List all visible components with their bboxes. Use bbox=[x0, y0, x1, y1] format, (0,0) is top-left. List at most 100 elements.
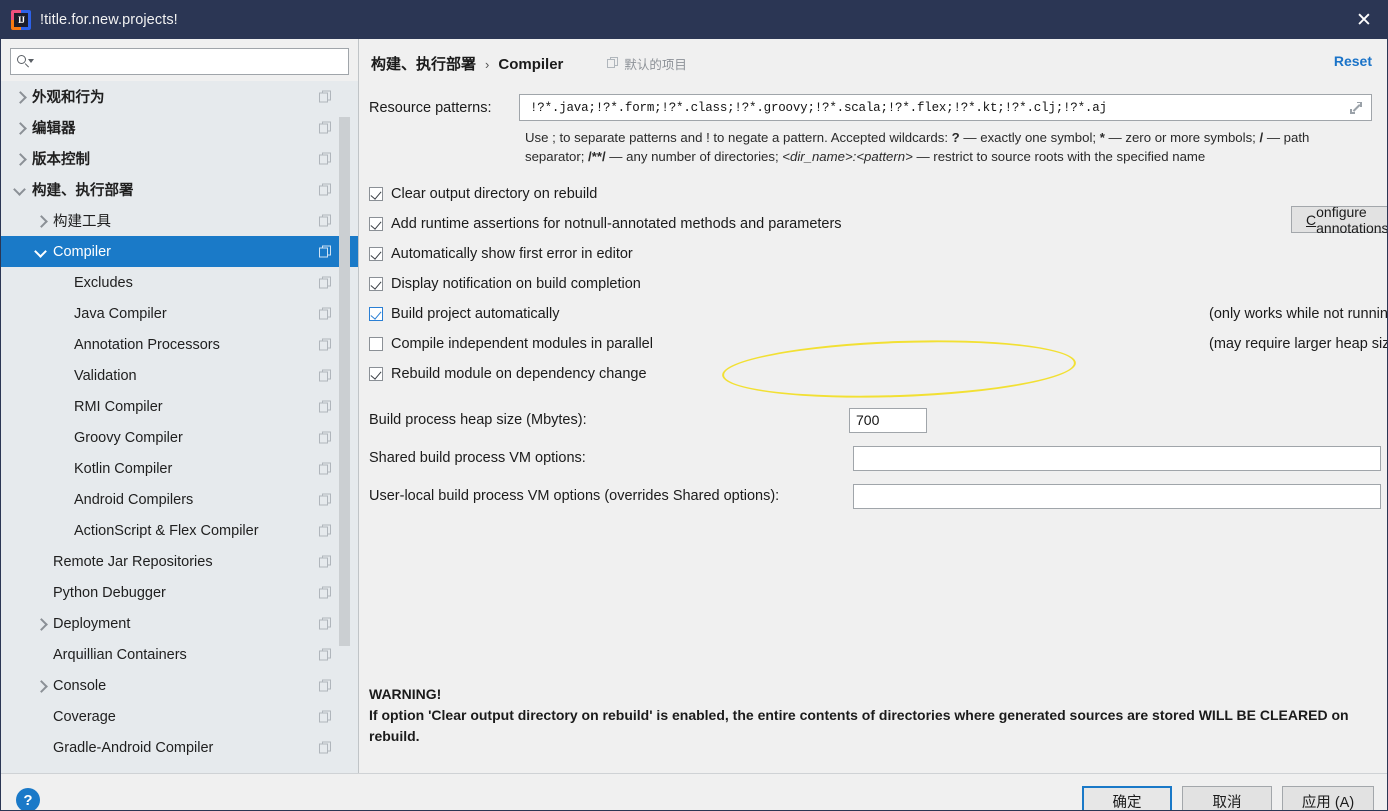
checkbox-row[interactable]: Clear output directory on rebuild bbox=[369, 179, 1387, 209]
breadcrumb: 构建、执行部署 › Compiler 默认的项目 Reset bbox=[359, 39, 1387, 74]
checkbox-label: Automatically show first error in editor bbox=[391, 246, 633, 262]
sidebar-item-label: Validation bbox=[74, 367, 137, 384]
copy-icon bbox=[319, 710, 332, 723]
breadcrumb-parent[interactable]: 构建、执行部署 bbox=[371, 53, 476, 74]
chevron-down-icon[interactable] bbox=[13, 182, 27, 196]
copy-icon bbox=[319, 493, 332, 506]
sidebar-item-label: Deployment bbox=[53, 615, 131, 632]
sidebar-item-label: Android Compilers bbox=[74, 491, 194, 508]
apply-button[interactable]: 应用 (A) bbox=[1282, 786, 1374, 810]
sidebar-item-label: 版本控制 bbox=[32, 152, 90, 168]
sidebar-item-python-debugger[interactable]: Python Debugger bbox=[1, 577, 358, 608]
field-input[interactable] bbox=[850, 408, 926, 432]
field-input-wrapper[interactable] bbox=[853, 445, 1381, 471]
copy-icon bbox=[319, 121, 332, 134]
copy-icon bbox=[319, 555, 332, 568]
project-scope-badge: 默认的项目 bbox=[607, 54, 687, 73]
sidebar-item-annotation-processors[interactable]: Annotation Processors bbox=[1, 329, 358, 360]
reset-link[interactable]: Reset bbox=[1334, 53, 1372, 69]
copy-icon bbox=[319, 214, 332, 227]
sidebar-item-deployment[interactable]: Deployment bbox=[1, 608, 358, 639]
checkbox-checked-icon[interactable] bbox=[369, 247, 383, 261]
chevron-right-icon[interactable] bbox=[14, 152, 27, 166]
resource-patterns-input[interactable] bbox=[528, 99, 1349, 116]
sidebar-item-编辑器[interactable]: 编辑器 bbox=[1, 112, 358, 143]
configure-annotations-button[interactable]: Configure annotations... bbox=[1291, 204, 1387, 236]
sidebar-item-label: 编辑器 bbox=[32, 121, 76, 137]
chevron-right-icon[interactable] bbox=[35, 617, 48, 631]
field-input-wrapper[interactable] bbox=[849, 407, 927, 433]
sidebar-item-coverage[interactable]: Coverage bbox=[1, 701, 358, 732]
chevron-right-icon[interactable] bbox=[14, 90, 27, 104]
cancel-button[interactable]: 取消 bbox=[1182, 786, 1272, 810]
sidebar-item-rmi-compiler[interactable]: RMI Compiler bbox=[1, 391, 358, 422]
copy-icon bbox=[319, 183, 332, 196]
search-box[interactable] bbox=[10, 48, 349, 75]
checkbox-row[interactable]: Build project automatically (only works w… bbox=[369, 299, 1387, 329]
sidebar-item-gradle-android-compiler[interactable]: Gradle-Android Compiler bbox=[1, 732, 358, 763]
sidebar-item-构建-执行部署[interactable]: 构建、执行部署 bbox=[1, 174, 358, 205]
checkbox-row[interactable]: Rebuild module on dependency change bbox=[369, 359, 1387, 389]
copy-icon bbox=[319, 679, 332, 692]
project-scope-label: 默认的项目 bbox=[624, 57, 687, 72]
ok-button[interactable]: 确定 bbox=[1082, 786, 1172, 810]
sidebar-item-label: RMI Compiler bbox=[74, 398, 163, 415]
checkbox-checked-icon[interactable] bbox=[369, 277, 383, 291]
checkbox-checked-icon[interactable] bbox=[369, 367, 383, 381]
copy-icon bbox=[319, 245, 332, 258]
sidebar-item-版本控制[interactable]: 版本控制 bbox=[1, 143, 358, 174]
sidebar-item-label: Coverage bbox=[53, 708, 116, 725]
sidebar-item-arquillian-containers[interactable]: Arquillian Containers bbox=[1, 639, 358, 670]
checkbox-row[interactable]: Display notification on build completion bbox=[369, 269, 1387, 299]
sidebar-item-remote-jar-repositories[interactable]: Remote Jar Repositories bbox=[1, 546, 358, 577]
resource-patterns-field[interactable] bbox=[519, 94, 1372, 121]
sidebar-item-android-compilers[interactable]: Android Compilers bbox=[1, 484, 358, 515]
chevron-right-icon[interactable] bbox=[35, 679, 48, 693]
sidebar-item-groovy-compiler[interactable]: Groovy Compiler bbox=[1, 422, 358, 453]
field-input[interactable] bbox=[854, 446, 1380, 470]
compiler-settings-panel: 构建、执行部署 › Compiler 默认的项目 Reset Resource … bbox=[359, 39, 1387, 773]
sidebar-item-excludes[interactable]: Excludes bbox=[1, 267, 358, 298]
field-label: Shared build process VM options: bbox=[369, 450, 586, 466]
sidebar-item-label: Gradle-Android Compiler bbox=[53, 739, 214, 756]
field-row: User-local build process VM options (ove… bbox=[369, 477, 1387, 515]
copy-icon bbox=[319, 462, 332, 475]
search-input[interactable] bbox=[33, 53, 342, 70]
sidebar-item-validation[interactable]: Validation bbox=[1, 360, 358, 391]
sidebar-item-actionscript-flex-compiler[interactable]: ActionScript & Flex Compiler bbox=[1, 515, 358, 546]
field-input[interactable] bbox=[854, 484, 1380, 508]
sidebar-item-label: Python Debugger bbox=[53, 584, 166, 601]
sidebar-item-label: Annotation Processors bbox=[74, 336, 220, 353]
sidebar-item-外观和行为[interactable]: 外观和行为 bbox=[1, 81, 358, 112]
checkbox-checked-icon[interactable] bbox=[369, 307, 383, 321]
breadcrumb-separator: › bbox=[485, 57, 490, 72]
chevron-down-icon[interactable] bbox=[34, 244, 48, 258]
checkbox-checked-icon[interactable] bbox=[369, 187, 383, 201]
help-icon[interactable]: ? bbox=[16, 788, 40, 810]
close-icon[interactable]: ✕ bbox=[1341, 1, 1387, 39]
sidebar-item-label: Excludes bbox=[74, 274, 133, 291]
checkbox-row[interactable]: Add runtime assertions for notnull-annot… bbox=[369, 204, 1387, 239]
sidebar-item-label: Java Compiler bbox=[74, 305, 167, 322]
sidebar-item-compiler[interactable]: Compiler bbox=[1, 236, 358, 267]
checkbox-checked-icon[interactable] bbox=[369, 217, 383, 231]
sidebar-item-java-compiler[interactable]: Java Compiler bbox=[1, 298, 358, 329]
chevron-right-icon[interactable] bbox=[35, 214, 48, 228]
copy-icon bbox=[319, 152, 332, 165]
field-row: Build process heap size (Mbytes): bbox=[369, 401, 1387, 439]
chevron-right-icon[interactable] bbox=[14, 121, 27, 135]
sidebar-item-label: ActionScript & Flex Compiler bbox=[74, 522, 259, 539]
copy-icon bbox=[319, 586, 332, 599]
checkbox-row[interactable]: Automatically show first error in editor bbox=[369, 239, 1387, 269]
expand-icon[interactable] bbox=[1349, 101, 1363, 115]
sidebar-scrollbar[interactable] bbox=[339, 117, 350, 646]
sidebar-item-构建工具[interactable]: 构建工具 bbox=[1, 205, 358, 236]
warning-body: If option 'Clear output directory on reb… bbox=[369, 707, 1349, 744]
checkbox-unchecked-icon[interactable] bbox=[369, 337, 383, 351]
warning-title: WARNING! bbox=[369, 686, 442, 702]
checkbox-row[interactable]: Compile independent modules in parallel (… bbox=[369, 329, 1387, 359]
field-input-wrapper[interactable] bbox=[853, 483, 1381, 509]
sidebar-item-console[interactable]: Console bbox=[1, 670, 358, 701]
search-container bbox=[1, 39, 358, 81]
sidebar-item-kotlin-compiler[interactable]: Kotlin Compiler bbox=[1, 453, 358, 484]
